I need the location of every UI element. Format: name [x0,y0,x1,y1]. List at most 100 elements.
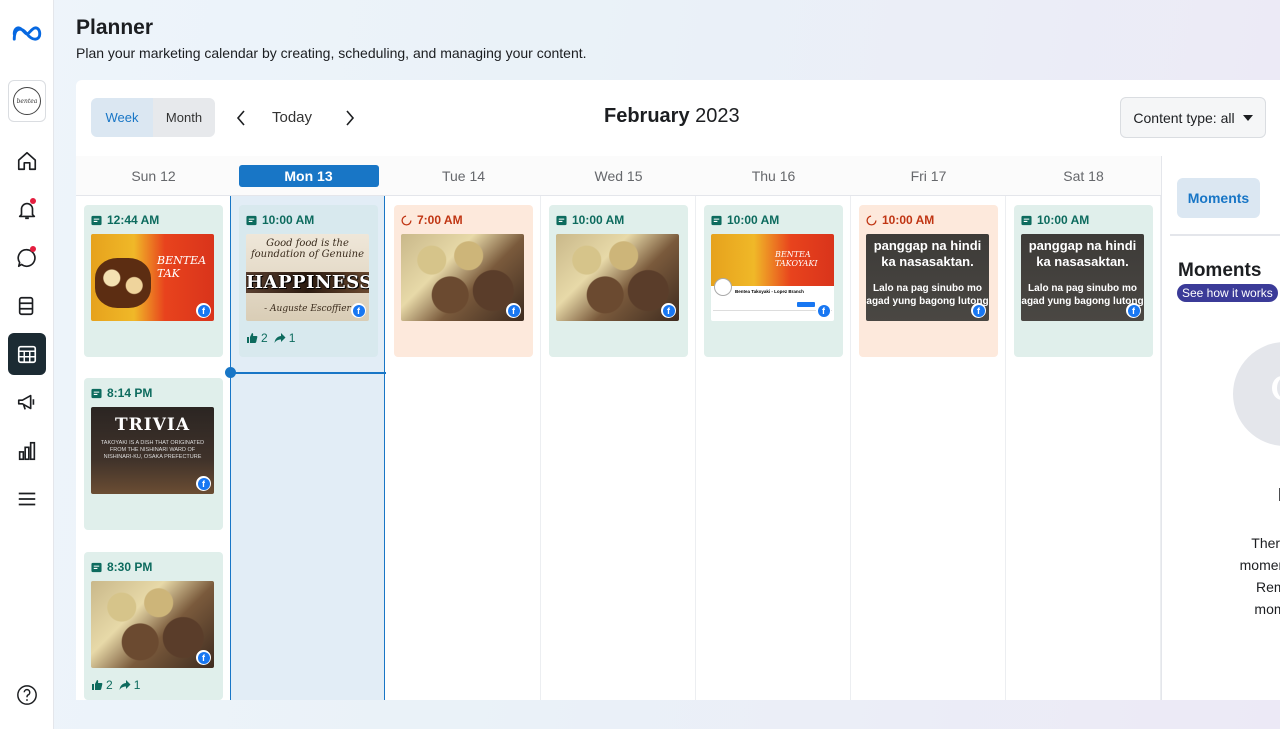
nav-home[interactable] [8,140,46,182]
page-subtitle: Plan your marketing calendar by creating… [76,45,587,61]
page-cover-image: BENTEA TAKOYAKI [711,234,834,286]
moments-title: Moments [1178,260,1262,281]
post-card[interactable]: 10:00 AM panggap na hindi ka nasasaktan.… [859,205,998,357]
page-title: Planner [76,16,154,39]
post-card[interactable]: 10:00 AM Good food is the foundation of … [239,205,378,357]
nav-ads[interactable] [8,381,46,423]
draft-status-icon [401,214,412,226]
nav-inbox[interactable] [8,237,46,279]
page-logo-icon: bentea [13,87,41,115]
today-button[interactable]: Today [272,109,312,126]
share-count: 1 [133,678,141,692]
post-time: 8:14 PM [107,386,153,400]
thumbnail-heading: TRIVIA [114,415,191,435]
nav-notifications[interactable] [8,189,46,231]
chevron-right-icon [346,110,355,126]
draft-status-icon [866,214,877,226]
day-header-thu: Thu 16 [696,156,851,196]
thumbnail-text: BENTEA TAK [157,254,207,280]
thumbnail-heading: panggap na hindi ka nasasaktan. [873,238,982,269]
post-thumbnail: BENTEA TAKOYAKI Bentea Takoyaki - Lopez … [711,234,834,321]
scheduled-post-icon [91,388,102,398]
post-thumbnail: BENTEA TAK f [91,234,214,321]
current-month-title: February 2023 [604,105,740,128]
post-thumbnail: panggap na hindi ka nasasaktan. Lalo na … [866,234,989,321]
day-header-sun: Sun 12 [76,156,231,196]
year: 2023 [695,105,740,127]
published-post-icon [246,215,257,225]
post-thumbnail: panggap na hindi ka nasasaktan. Lalo na … [1021,234,1144,321]
thumbnail-text: Lalo na pag sinubo mo agad yung bagong l… [1021,283,1144,307]
home-icon [17,151,37,171]
divider [713,310,832,311]
today-pill: Mon 13 [238,164,379,187]
month-name: February [604,105,690,127]
thumbnail-text: TAKOYAKI IS A DISH THAT ORIGINATED FROM … [100,440,205,460]
facebook-icon: f [196,303,211,318]
previous-week-button[interactable] [231,106,251,130]
bar-chart-icon [18,441,36,461]
empty-state-title: No u mo [1198,483,1280,531]
post-time: 7:00 AM [417,213,463,227]
next-week-button[interactable] [340,106,360,130]
page-profile-picture [714,278,732,296]
facebook-icon: f [351,303,366,318]
content-type-label: Content type: all [1133,109,1235,126]
post-time-row: 8:30 PM [91,559,216,575]
nav-insights[interactable] [8,430,46,472]
calendar-toolbar: Week Month Today February 2023 Content t… [76,80,1280,156]
post-thumbnail: f [401,234,524,321]
post-card[interactable]: 8:14 PM TRIVIA TAKOYAKI IS A DISH THAT O… [84,378,223,530]
day-header-fri: Fri 17 [851,156,1006,196]
page-button-shape [797,302,815,307]
left-nav-rail: bentea [0,0,54,729]
facebook-icon: f [971,303,986,318]
post-stats: 2 1 [246,331,371,345]
question-icon[interactable] [16,684,38,706]
chevron-left-icon [236,110,245,126]
post-card[interactable]: 8:30 PM f 2 1 [84,552,223,700]
moments-tab[interactable]: Moments [1177,178,1260,218]
post-time: 10:00 AM [572,213,625,227]
scheduled-post-icon [556,215,567,225]
empty-moments-illustration [1233,342,1280,446]
post-thumbnail: Good food is the foundation of Genuine H… [246,234,369,321]
post-time-row: 8:14 PM [91,385,216,401]
nav-all-tools[interactable] [8,478,46,520]
week-view-button[interactable]: Week [91,98,153,137]
post-stats: 2 1 [91,678,216,692]
nav-content[interactable] [8,285,46,327]
see-how-it-works-link[interactable]: See how it works [1177,284,1278,302]
post-time: 12:44 AM [107,213,160,227]
page-avatar[interactable]: bentea [8,80,46,122]
share-icon [274,333,286,343]
meta-logo-icon[interactable] [10,22,44,46]
facebook-icon: f [506,303,521,318]
post-card[interactable]: 7:00 AM f [394,205,533,357]
post-time-row: 10:00 AM [1021,212,1146,228]
notification-dot [30,246,36,252]
post-card[interactable]: 10:00 AM BENTEA TAKOYAKI Bentea Takoyaki… [704,205,843,357]
nav-planner[interactable] [8,333,46,375]
post-thumbnail: f [91,581,214,668]
share-count: 1 [288,331,296,345]
post-time-row: 10:00 AM [556,212,681,228]
facebook-icon: f [816,303,831,318]
month-view-button[interactable]: Month [153,98,215,137]
megaphone-icon [17,394,35,410]
post-card[interactable]: 12:44 AM BENTEA TAK f [84,205,223,357]
view-toggle: Week Month [91,98,215,137]
current-time-line [230,372,386,374]
day-header-sat: Sat 18 [1006,156,1161,196]
content-type-dropdown[interactable]: Content type: all [1120,97,1266,138]
thumbnail-text: Good food is the foundation of Genuine [250,238,365,260]
facebook-icon: f [196,650,211,665]
post-time-row: 10:00 AM [711,212,836,228]
post-thumbnail: TRIVIA TAKOYAKI IS A DISH THAT ORIGINATE… [91,407,214,494]
scheduled-post-icon [1021,215,1032,225]
moments-side-panel: Moments Moments See how it works No u mo… [1161,156,1280,700]
planner-card: Week Month Today February 2023 Content t… [76,80,1280,700]
post-card[interactable]: 10:00 AM panggap na hindi ka nasasaktan.… [1014,205,1153,357]
thumbnail-page-name: Bentea Takoyaki - Lopez Branch [735,289,804,294]
post-card[interactable]: 10:00 AM f [549,205,688,357]
